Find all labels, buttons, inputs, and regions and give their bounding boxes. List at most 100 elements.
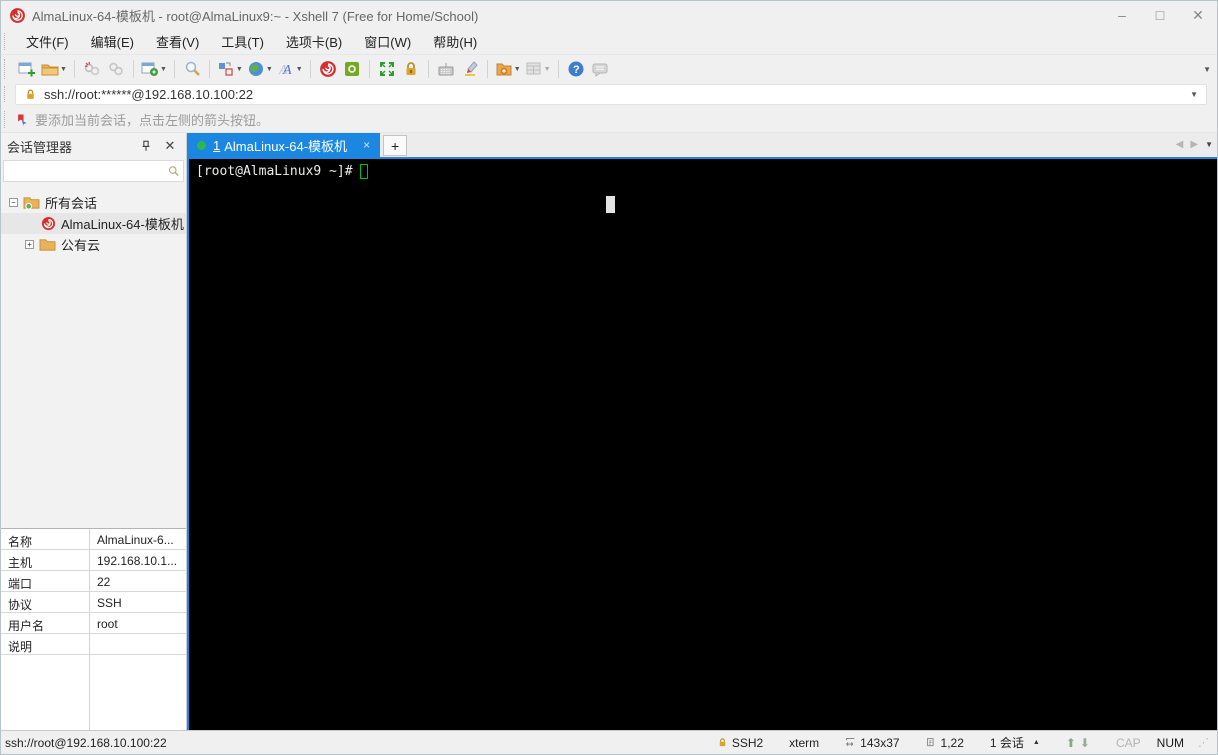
- tab-list-caret[interactable]: ▼: [1205, 140, 1213, 149]
- toolbar-separator: [557, 60, 559, 78]
- lock-icon: [406, 62, 416, 75]
- pin-panel-button[interactable]: [140, 140, 160, 152]
- menu-file[interactable]: 文件(F): [15, 29, 80, 54]
- scroll-down-icon[interactable]: ⬇: [1080, 736, 1090, 750]
- status-protocol-label: SSH2: [731, 735, 764, 750]
- new-session-button[interactable]: [15, 57, 39, 81]
- titlebar: AlmaLinux-64-模板机 - root@AlmaLinux9:~ - X…: [1, 1, 1217, 29]
- toolbar-overflow-caret[interactable]: ▼: [1203, 65, 1211, 74]
- find-button[interactable]: [180, 57, 204, 81]
- terminal[interactable]: [root@AlmaLinux9 ~]#: [187, 159, 1217, 730]
- property-row: 名称 AlmaLinux-6...: [1, 529, 186, 550]
- session-properties-button[interactable]: ▼: [139, 57, 169, 81]
- web-dropdown-caret[interactable]: ▼: [266, 66, 273, 73]
- status-term-type[interactable]: xterm: [789, 736, 819, 750]
- status-cursor-pos: 1,22: [926, 736, 964, 750]
- menu-tools[interactable]: 工具(T): [210, 29, 275, 54]
- tab-scroll-left-icon[interactable]: ◀: [1176, 139, 1184, 150]
- menubar: 文件(F) 编辑(E) 查看(V) 工具(T) 选项卡(B) 窗口(W) 帮助(…: [1, 29, 1217, 55]
- property-value: root: [97, 617, 118, 631]
- status-session-count[interactable]: 1 会话 ▲: [990, 734, 1040, 751]
- new-file-icon: [496, 63, 512, 76]
- session-manager-panel: 会话管理器 ✕ − 所有会话 AlmaLinux-64-模板机 + 公有云 名称…: [1, 133, 187, 730]
- status-url: ssh://root@192.168.10.100:22: [5, 735, 167, 750]
- xftp-transfer-button[interactable]: [340, 57, 364, 81]
- tile-windows-button[interactable]: ▼: [523, 57, 553, 81]
- font-button[interactable]: AA ▼: [275, 57, 305, 81]
- minimize-button[interactable]: –: [1103, 1, 1141, 29]
- tile-windows-icon: [526, 62, 541, 75]
- disconnect-button[interactable]: [80, 57, 104, 81]
- session-search: [3, 160, 184, 182]
- toolbar-separator: [427, 60, 429, 78]
- tree-item-cloud-folder[interactable]: + 公有云: [1, 234, 186, 255]
- tab-almalinux[interactable]: 1 AlmaLinux-64-模板机 ×: [187, 133, 381, 157]
- terminal-prompt: [root@AlmaLinux9 ~]#: [196, 164, 353, 179]
- lock-screen-button[interactable]: [399, 57, 423, 81]
- menu-window[interactable]: 窗口(W): [353, 29, 422, 54]
- arrange-layout-button[interactable]: ▼: [215, 57, 245, 81]
- open-session-button[interactable]: ▼: [39, 57, 69, 81]
- tree-label-session: AlmaLinux-64-模板机: [61, 217, 184, 232]
- font-dropdown-caret[interactable]: ▼: [296, 66, 303, 73]
- menu-help[interactable]: 帮助(H): [422, 29, 488, 54]
- status-caps-lock: CAP: [1115, 735, 1141, 750]
- session-count-caret-icon[interactable]: ▲: [1033, 739, 1040, 746]
- menubar-grip: [4, 32, 9, 51]
- property-label: 协议: [8, 598, 33, 612]
- open-dropdown-caret[interactable]: ▼: [60, 66, 67, 73]
- menu-view[interactable]: 查看(V): [145, 29, 210, 54]
- new-file-dropdown-caret[interactable]: ▼: [514, 66, 521, 73]
- tree-label-cloud: 公有云: [61, 238, 101, 253]
- find-icon: [185, 61, 200, 76]
- pin-icon: [142, 140, 150, 151]
- close-button[interactable]: ✕: [1179, 1, 1217, 29]
- expand-icon[interactable]: +: [25, 240, 34, 249]
- reconnect-icon: [109, 62, 123, 76]
- help-icon: ?: [568, 61, 584, 77]
- web-browser-button[interactable]: ▼: [245, 57, 275, 81]
- font-icon: AA: [278, 63, 292, 78]
- fullscreen-button[interactable]: [375, 57, 399, 81]
- flag-icon: [18, 114, 27, 126]
- help-button[interactable]: ?: [564, 57, 588, 81]
- tab-scroll-right-icon[interactable]: ▶: [1190, 139, 1198, 150]
- tree-item-all-sessions[interactable]: − 所有会话: [1, 192, 186, 213]
- feedback-button[interactable]: [588, 57, 612, 81]
- address-input[interactable]: ssh://root:******@192.168.10.100:22 ▼: [15, 83, 1207, 105]
- toolbar-separator: [132, 60, 134, 78]
- menu-edit[interactable]: 编辑(E): [80, 29, 145, 54]
- close-panel-button[interactable]: ✕: [160, 138, 180, 154]
- folder-icon: [39, 239, 56, 251]
- maximize-button[interactable]: □: [1141, 1, 1179, 29]
- resize-grip[interactable]: ⋰: [1198, 736, 1209, 749]
- property-row: 用户名 root: [1, 613, 186, 634]
- properties-dropdown-caret[interactable]: ▼: [160, 66, 167, 73]
- status-size-label: 143x37: [860, 735, 900, 750]
- collapse-icon[interactable]: −: [9, 198, 18, 207]
- session-manager-title: 会话管理器: [7, 139, 73, 155]
- tab-close-icon[interactable]: ×: [363, 138, 370, 152]
- tile-dropdown-caret[interactable]: ▼: [544, 66, 551, 73]
- info-bar-text: 要添加当前会话，点击左侧的箭头按钮。: [35, 113, 270, 128]
- property-label: 名称: [8, 535, 33, 549]
- menu-tab[interactable]: 选项卡(B): [275, 29, 353, 54]
- scroll-up-icon[interactable]: ⬆: [1066, 736, 1076, 750]
- new-tab-button[interactable]: +: [383, 135, 408, 156]
- arrange-dropdown-caret[interactable]: ▼: [236, 66, 243, 73]
- address-dropdown-caret[interactable]: ▼: [1190, 90, 1198, 99]
- session-properties-table: 名称 AlmaLinux-6... 主机 192.168.10.1... 端口 …: [1, 528, 186, 730]
- toolbar-separator: [309, 60, 311, 78]
- xshell-window: AlmaLinux-64-模板机 - root@AlmaLinux9:~ - X…: [0, 0, 1218, 755]
- new-file-button[interactable]: ▼: [493, 57, 523, 81]
- session-search-input[interactable]: [4, 162, 167, 180]
- property-row: 主机 192.168.10.1...: [1, 550, 186, 571]
- reconnect-button[interactable]: [104, 57, 128, 81]
- search-icon[interactable]: [167, 165, 180, 178]
- highlight-pen-button[interactable]: [458, 57, 482, 81]
- session-manager-header: 会话管理器 ✕: [1, 133, 186, 159]
- xshell-tool-button[interactable]: [316, 57, 340, 81]
- tree-item-session[interactable]: AlmaLinux-64-模板机: [1, 213, 186, 234]
- highlight-pen-icon: [464, 61, 478, 76]
- virtual-keyboard-button[interactable]: [434, 57, 458, 81]
